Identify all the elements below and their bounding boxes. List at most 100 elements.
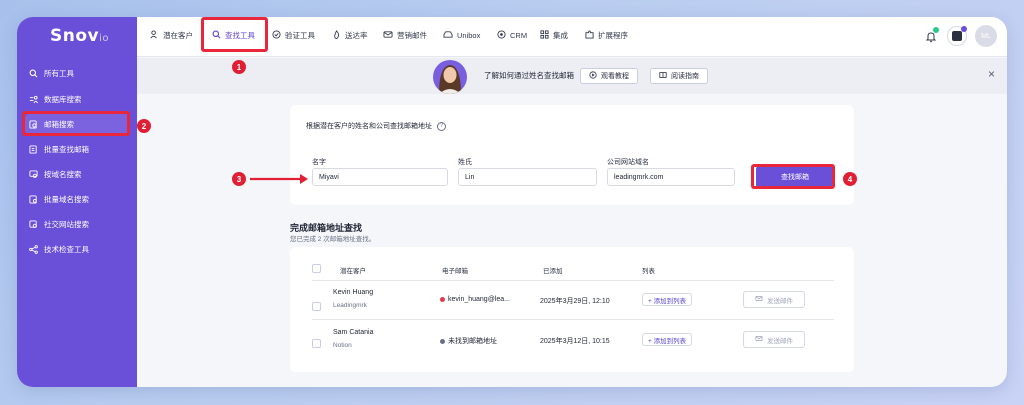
- sidebar-item-bulk-email-finder[interactable]: 批量查找邮箱: [25, 139, 129, 159]
- sidebar-item-all-tools[interactable]: 所有工具: [25, 63, 129, 83]
- email-text: kevin_huang@lea...: [448, 296, 510, 303]
- add-to-list-button[interactable]: + 添加到列表: [642, 293, 693, 306]
- flame-icon: [332, 30, 341, 41]
- read-guide-label: 阅读指南: [671, 73, 699, 80]
- send-email-button[interactable]: 发送邮件: [743, 291, 805, 308]
- email-cell: 未找到邮箱地址: [440, 336, 497, 346]
- callout-badge: 3: [232, 172, 246, 186]
- highlight-find-email-button: [751, 164, 835, 189]
- email-text: 未找到邮箱地址: [448, 338, 497, 345]
- sidebar: Snovio 所有工具 数据库搜索 邮箱搜索 批量查找邮箱 按域名搜索 批量域名…: [17, 17, 137, 387]
- nav-crm[interactable]: CRM: [497, 30, 527, 41]
- banner-text: 了解如何通过姓名查找邮箱: [484, 71, 574, 80]
- added-date: 2025年3月29日, 12:10: [540, 298, 610, 305]
- first-name-label: 名字: [312, 159, 326, 166]
- avatar[interactable]: ML: [975, 25, 997, 47]
- share-nodes-icon: [29, 244, 38, 254]
- avatar-initials: ML: [981, 32, 991, 40]
- check-circle-icon: [272, 30, 281, 41]
- sidebar-item-domain-search[interactable]: 按域名搜索: [25, 164, 129, 184]
- puzzle-icon: [585, 30, 594, 41]
- sidebar-item-social-search[interactable]: 社交网站搜索: [25, 214, 129, 234]
- added-date: 2025年3月12日, 10:15: [540, 338, 610, 345]
- results-table: 潜在客户 电子邮箱 已添加 列表 Kevin Huang Leadingmrk …: [290, 247, 854, 372]
- grid-icon: [540, 30, 549, 41]
- social-search-icon: [29, 219, 38, 229]
- last-name-input[interactable]: Lin: [458, 168, 597, 186]
- nav-label: 验证工具: [285, 31, 315, 40]
- add-to-list-button[interactable]: + 添加到列表: [642, 333, 693, 346]
- highlight-email-search: [22, 111, 130, 136]
- header-prospect: 潜在客户: [340, 268, 366, 275]
- row-checkbox[interactable]: [312, 339, 321, 348]
- select-all-checkbox[interactable]: [312, 264, 321, 273]
- book-icon: [659, 71, 667, 81]
- close-icon[interactable]: ×: [988, 67, 995, 81]
- bell-icon[interactable]: [925, 27, 939, 48]
- mail-icon: [383, 30, 393, 41]
- sidebar-item-label: 批量域名搜索: [44, 194, 89, 204]
- workspace-button[interactable]: [947, 26, 967, 46]
- domain-search-icon: [29, 169, 38, 179]
- send-email-label: 发送邮件: [767, 297, 793, 305]
- nav-label: Unibox: [457, 31, 481, 40]
- email-status-dot: [440, 297, 445, 302]
- presenter-photo: [433, 60, 467, 94]
- form-title-text: 根据潜在客户的姓名和公司查找邮箱地址: [306, 123, 432, 130]
- callout-badge: 1: [232, 60, 246, 74]
- sidebar-item-label: 技术检查工具: [44, 244, 89, 254]
- workspace-icon: [952, 31, 962, 41]
- row-divider: [312, 319, 834, 320]
- logo-text: Snov: [50, 26, 100, 46]
- nav-label: 营销邮件: [397, 31, 427, 40]
- bulk-domain-icon: [29, 194, 38, 204]
- prospect-name[interactable]: Kevin Huang: [333, 289, 373, 296]
- nav-integrations[interactable]: 集成: [540, 30, 568, 41]
- database-icon: [29, 95, 38, 104]
- logo[interactable]: Snovio: [50, 26, 109, 46]
- inbox-icon: [443, 30, 453, 41]
- nav-extensions[interactable]: 扩展程序: [585, 30, 628, 41]
- watch-tutorial-button[interactable]: 观看教程: [580, 68, 638, 84]
- send-email-button[interactable]: 发送邮件: [743, 331, 805, 348]
- sidebar-item-label: 按域名搜索: [44, 169, 82, 179]
- play-icon: [589, 71, 597, 81]
- header-divider: [312, 280, 834, 281]
- send-email-label: 发送邮件: [767, 337, 793, 345]
- domain-input[interactable]: leadingmrk.com: [607, 168, 735, 186]
- sidebar-item-label: 数据库搜索: [44, 94, 82, 104]
- tutorial-banner: 了解如何通过姓名查找邮箱 观看教程 阅读指南 ×: [137, 58, 1007, 94]
- app-window: Snovio 所有工具 数据库搜索 邮箱搜索 批量查找邮箱 按域名搜索 批量域名…: [17, 17, 1007, 387]
- mail-icon: [755, 335, 763, 344]
- read-guide-button[interactable]: 阅读指南: [650, 68, 708, 84]
- nav-deliverability[interactable]: 送达率: [332, 30, 368, 41]
- nav-prospects[interactable]: 潜在客户: [150, 30, 193, 41]
- last-name-label: 姓氏: [458, 159, 472, 166]
- prospect-company: Notion: [333, 342, 352, 349]
- nav-campaigns[interactable]: 营销邮件: [383, 30, 427, 41]
- search-icon: [29, 69, 38, 78]
- nav-verify-tools[interactable]: 验证工具: [272, 30, 315, 41]
- sidebar-item-label: 社交网站搜索: [44, 219, 89, 229]
- sidebar-item-label: 批量查找邮箱: [44, 144, 89, 154]
- nav-unibox[interactable]: Unibox: [443, 30, 480, 41]
- sidebar-item-label: 所有工具: [44, 68, 74, 78]
- sidebar-item-bulk-domain-search[interactable]: 批量域名搜索: [25, 189, 129, 209]
- row-checkbox[interactable]: [312, 302, 321, 311]
- email-cell: kevin_huang@lea...: [440, 296, 510, 303]
- bulk-search-icon: [29, 144, 38, 154]
- logo-suffix: io: [99, 33, 110, 44]
- sidebar-item-database-search[interactable]: 数据库搜索: [25, 89, 129, 109]
- mail-icon: [755, 295, 763, 304]
- callout-badge: 2: [137, 119, 151, 133]
- prospect-name[interactable]: Sam Catania: [333, 329, 373, 336]
- crm-icon: [497, 30, 506, 41]
- nav-label: 潜在客户: [163, 31, 193, 40]
- form-title: 根据潜在客户的姓名和公司查找邮箱地址 ?: [306, 121, 446, 131]
- help-icon[interactable]: ?: [437, 121, 446, 131]
- search-form-card: 根据潜在客户的姓名和公司查找邮箱地址 ? 名字 Miyavi 姓氏 Lin 公司…: [290, 105, 854, 205]
- header-email: 电子邮箱: [442, 268, 468, 275]
- first-name-input[interactable]: Miyavi: [312, 168, 448, 186]
- header-added: 已添加: [543, 268, 563, 275]
- sidebar-item-tech-checker[interactable]: 技术检查工具: [25, 239, 129, 259]
